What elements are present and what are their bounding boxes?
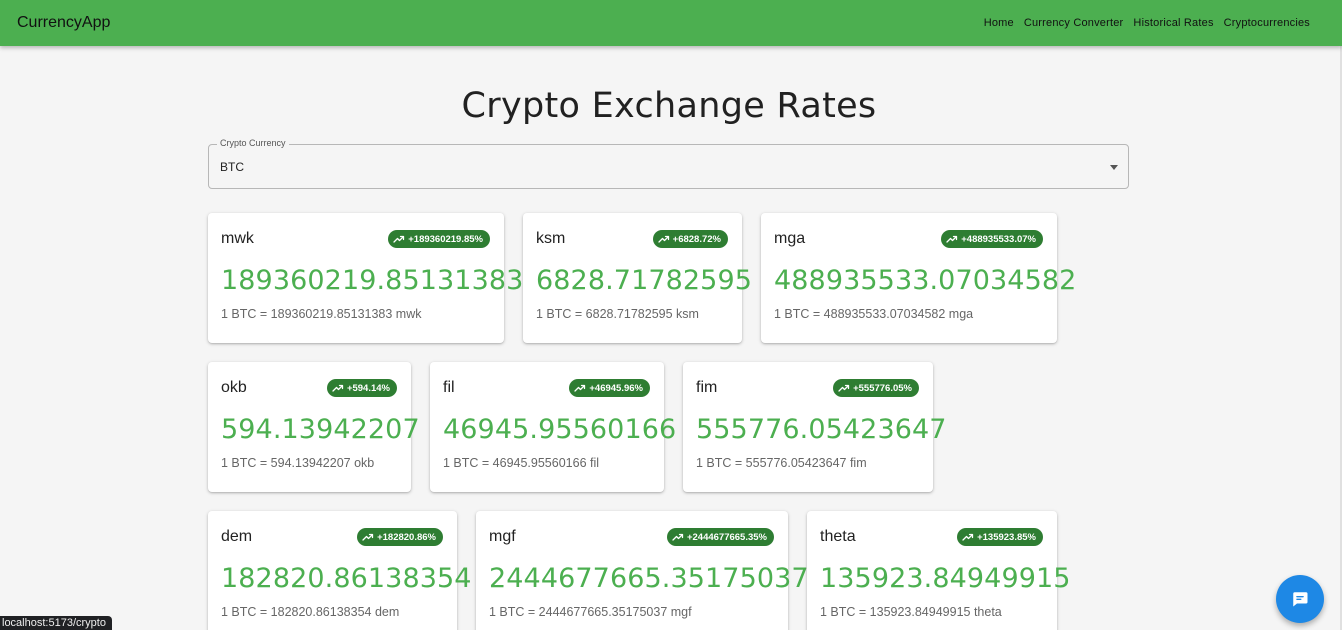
- currency-code: theta: [820, 528, 856, 545]
- exchange-value: 182820.86138354: [221, 563, 472, 594]
- currency-code: fil: [443, 379, 455, 396]
- exchange-value: 555776.05423647: [696, 414, 947, 445]
- trending-up-icon: [362, 532, 374, 542]
- currency-code: mwk: [221, 230, 254, 247]
- rate-description: 1 BTC = 594.13942207 okb: [221, 456, 375, 470]
- crypto-currency-select[interactable]: Crypto Currency BTC: [208, 138, 1129, 189]
- select-label: Crypto Currency: [217, 138, 289, 148]
- trending-up-icon: [574, 383, 586, 393]
- currency-code: fim: [696, 379, 718, 396]
- chat-icon: [1293, 592, 1308, 607]
- exchange-value: 488935533.07034582: [774, 265, 1077, 296]
- status-url-bar: localhost:5173/crypto: [0, 616, 112, 630]
- change-badge: +555776.05%: [833, 379, 919, 397]
- change-percent: +135923.85%: [977, 531, 1036, 543]
- change-percent: +182820.86%: [377, 531, 436, 543]
- rate-card-okb[interactable]: okb +594.14% 594.13942207 1 BTC = 594.13942…: [208, 362, 420, 492]
- change-badge: +189360219.85%: [388, 230, 490, 248]
- exchange-value: 135923.84949915: [820, 563, 1071, 594]
- app-bar: CurrencyApp Home Currency Converter Hist…: [0, 0, 1342, 46]
- rate-card-mga[interactable]: mga +488935533.07% 488935533.07034582 1 BTC…: [761, 213, 1076, 343]
- rate-description: 1 BTC = 189360219.85131383 mwk: [221, 307, 422, 321]
- rate-card-dem[interactable]: dem +182820.86% 182820.86138354 1 BTC = 182…: [208, 511, 471, 630]
- rate-card-theta[interactable]: theta +135923.85% 135923.84949915 1 BTC = 1…: [807, 511, 1070, 630]
- main-nav: Home Currency Converter Historical Rates…: [979, 11, 1315, 35]
- change-badge: +182820.86%: [357, 528, 443, 546]
- arrow-drop-down-icon: [1110, 165, 1118, 170]
- exchange-value: 594.13942207: [221, 414, 420, 445]
- nav-home[interactable]: Home: [979, 11, 1019, 35]
- trending-up-icon: [962, 532, 974, 542]
- change-percent: +2444677665.35%: [686, 531, 767, 543]
- trending-up-icon: [393, 234, 405, 244]
- change-badge: +2444677665.35%: [666, 528, 774, 546]
- currency-code: dem: [221, 528, 253, 545]
- select-value: BTC: [220, 160, 244, 174]
- chat-button[interactable]: [1276, 575, 1324, 623]
- rate-card-ksm[interactable]: ksm +6828.72% 6828.71782595 1 BTC = 6828.71…: [523, 213, 752, 343]
- currency-code: mgf: [489, 528, 516, 545]
- trending-up-icon: [658, 234, 670, 244]
- change-badge: +135923.85%: [957, 528, 1043, 546]
- currency-code: mga: [774, 230, 806, 247]
- rate-description: 1 BTC = 135923.84949915 theta: [820, 605, 1002, 619]
- change-badge: +6828.72%: [652, 230, 728, 248]
- rate-card-mwk[interactable]: mwk +189360219.85% 189360219.85131383 1 BTC…: [208, 213, 523, 343]
- rate-card-mgf[interactable]: mgf +2444677665.35% 2444677665.35175037 1 B…: [476, 511, 809, 630]
- change-percent: +6828.72%: [672, 233, 721, 245]
- rate-description: 1 BTC = 2444677665.35175037 mgf: [489, 605, 692, 619]
- change-percent: +594.14%: [346, 382, 390, 394]
- trending-up-icon: [838, 383, 850, 393]
- change-percent: +46945.96%: [589, 382, 643, 394]
- change-badge: +46945.96%: [569, 379, 650, 397]
- change-percent: +488935533.07%: [961, 233, 1036, 245]
- nav-currency-converter[interactable]: Currency Converter: [1019, 11, 1129, 35]
- rate-description: 1 BTC = 182820.86138354 dem: [221, 605, 400, 619]
- page-title: Crypto Exchange Rates: [461, 86, 877, 126]
- rate-description: 1 BTC = 46945.95560166 fil: [443, 456, 600, 470]
- trending-up-icon: [332, 383, 344, 393]
- exchange-value: 6828.71782595: [536, 265, 753, 296]
- rate-description: 1 BTC = 488935533.07034582 mga: [774, 307, 974, 321]
- change-badge: +594.14%: [326, 379, 397, 397]
- currency-code: ksm: [536, 230, 566, 247]
- change-percent: +189360219.85%: [408, 233, 483, 245]
- nav-cryptocurrencies[interactable]: Cryptocurrencies: [1219, 11, 1315, 35]
- trending-up-icon: [672, 532, 684, 542]
- rate-card-fil[interactable]: fil +46945.96% 46945.95560166 1 BTC = 46945…: [430, 362, 676, 492]
- app-brand[interactable]: CurrencyApp: [17, 14, 110, 32]
- exchange-value: 189360219.85131383: [221, 265, 524, 296]
- rate-description: 1 BTC = 555776.05423647 fim: [696, 456, 867, 470]
- nav-historical-rates[interactable]: Historical Rates: [1128, 11, 1218, 35]
- exchange-value: 46945.95560166: [443, 414, 677, 445]
- rate-description: 1 BTC = 6828.71782595 ksm: [536, 307, 699, 321]
- trending-up-icon: [946, 234, 958, 244]
- exchange-value: 2444677665.35175037: [489, 563, 809, 594]
- currency-code: okb: [221, 379, 247, 396]
- change-percent: +555776.05%: [853, 382, 912, 394]
- rate-card-fim[interactable]: fim +555776.05% 555776.05423647 1 BTC = 555…: [683, 362, 946, 492]
- change-badge: +488935533.07%: [941, 230, 1043, 248]
